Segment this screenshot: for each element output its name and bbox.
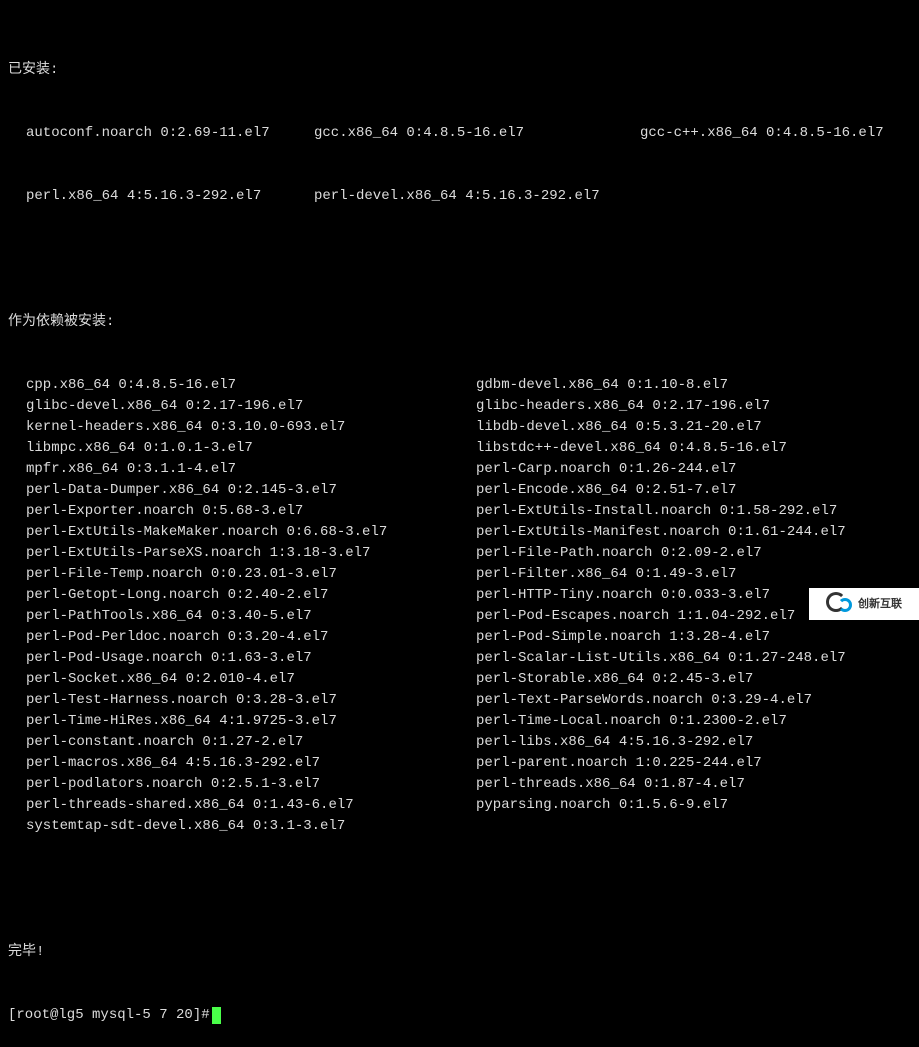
dep-item: perl-Time-HiRes.x86_64 4:1.9725-3.el7 [26, 711, 476, 732]
shell-prompt[interactable]: [root@lg5 mysql-5 7 20]# [8, 1005, 911, 1026]
dep-item: perl-Encode.x86_64 0:2.51-7.el7 [476, 480, 911, 501]
dep-item: gdbm-devel.x86_64 0:1.10-8.el7 [476, 375, 911, 396]
dep-item: perl-constant.noarch 0:1.27-2.el7 [26, 732, 476, 753]
dep-item: pyparsing.noarch 0:1.5.6-9.el7 [476, 795, 911, 816]
dep-item: perl-PathTools.x86_64 0:3.40-5.el7 [26, 606, 476, 627]
dep-item: perl-podlators.noarch 0:2.5.1-3.el7 [26, 774, 476, 795]
dep-item: perl-Test-Harness.noarch 0:3.28-3.el7 [26, 690, 476, 711]
dep-item: mpfr.x86_64 0:3.1.1-4.el7 [26, 459, 476, 480]
dep-item: perl-libs.x86_64 4:5.16.3-292.el7 [476, 732, 911, 753]
dep-item: perl-File-Path.noarch 0:2.09-2.el7 [476, 543, 911, 564]
dep-item: perl-Time-Local.noarch 0:1.2300-2.el7 [476, 711, 911, 732]
terminal-output[interactable]: 已安装: autoconf.noarch 0:2.69-11.el7 gcc.x… [0, 0, 919, 1047]
complete-message: 完毕! [8, 942, 911, 963]
dep-item: perl-Data-Dumper.x86_64 0:2.145-3.el7 [26, 480, 476, 501]
installed-pkg: perl.x86_64 4:5.16.3-292.el7 [26, 186, 314, 207]
dep-item: perl-threads-shared.x86_64 0:1.43-6.el7 [26, 795, 476, 816]
dep-item: perl-Storable.x86_64 0:2.45-3.el7 [476, 669, 911, 690]
dep-item: perl-ExtUtils-Manifest.noarch 0:1.61-244… [476, 522, 911, 543]
dep-item: perl-File-Temp.noarch 0:0.23.01-3.el7 [26, 564, 476, 585]
dep-item: systemtap-sdt-devel.x86_64 0:3.1-3.el7 [26, 816, 476, 837]
installed-pkg: perl-devel.x86_64 4:5.16.3-292.el7 [314, 186, 640, 207]
dep-item: perl-Getopt-Long.noarch 0:2.40-2.el7 [26, 585, 476, 606]
dep-item: perl-Text-ParseWords.noarch 0:3.29-4.el7 [476, 690, 911, 711]
dep-item: libdb-devel.x86_64 0:5.3.21-20.el7 [476, 417, 911, 438]
dep-item: perl-parent.noarch 1:0.225-244.el7 [476, 753, 911, 774]
deps-header: 作为依赖被安装: [8, 312, 911, 333]
installed-header: 已安装: [8, 42, 911, 81]
dep-item: perl-ExtUtils-Install.noarch 0:1.58-292.… [476, 501, 911, 522]
dep-item: perl-ExtUtils-ParseXS.noarch 1:3.18-3.el… [26, 543, 476, 564]
watermark-logo: 创新互联 [809, 588, 919, 620]
dep-item: perl-threads.x86_64 0:1.87-4.el7 [476, 774, 911, 795]
dep-item: perl-Exporter.noarch 0:5.68-3.el7 [26, 501, 476, 522]
dep-item: perl-Filter.x86_64 0:1.49-3.el7 [476, 564, 911, 585]
installed-pkg: gcc-c++.x86_64 0:4.8.5-16.el7 [640, 123, 884, 144]
dep-item: perl-ExtUtils-MakeMaker.noarch 0:6.68-3.… [26, 522, 476, 543]
deps-list: cpp.x86_64 0:4.8.5-16.el7 glibc-devel.x8… [8, 375, 911, 837]
dep-item: perl-Socket.x86_64 0:2.010-4.el7 [26, 669, 476, 690]
installed-pkg: gcc.x86_64 0:4.8.5-16.el7 [314, 123, 640, 144]
dep-item: kernel-headers.x86_64 0:3.10.0-693.el7 [26, 417, 476, 438]
installed-row-0: autoconf.noarch 0:2.69-11.el7 gcc.x86_64… [8, 123, 911, 144]
dep-item: glibc-devel.x86_64 0:2.17-196.el7 [26, 396, 476, 417]
dep-item: cpp.x86_64 0:4.8.5-16.el7 [26, 375, 476, 396]
deps-col-left: cpp.x86_64 0:4.8.5-16.el7 glibc-devel.x8… [26, 375, 476, 837]
dep-item: libstdc++-devel.x86_64 0:4.8.5-16.el7 [476, 438, 911, 459]
dep-item: glibc-headers.x86_64 0:2.17-196.el7 [476, 396, 911, 417]
dep-item: libmpc.x86_64 0:1.0.1-3.el7 [26, 438, 476, 459]
installed-row-1: perl.x86_64 4:5.16.3-292.el7 perl-devel.… [8, 186, 911, 207]
dep-item: perl-macros.x86_64 4:5.16.3-292.el7 [26, 753, 476, 774]
prompt-text: [root@lg5 mysql-5 7 20]# [8, 1005, 210, 1026]
watermark-icon [826, 590, 854, 618]
installed-pkg: autoconf.noarch 0:2.69-11.el7 [26, 123, 314, 144]
dep-item: perl-Carp.noarch 0:1.26-244.el7 [476, 459, 911, 480]
cursor [212, 1007, 221, 1024]
dep-item: perl-Scalar-List-Utils.x86_64 0:1.27-248… [476, 648, 911, 669]
dep-item: perl-Pod-Usage.noarch 0:1.63-3.el7 [26, 648, 476, 669]
watermark-text: 创新互联 [858, 599, 902, 610]
